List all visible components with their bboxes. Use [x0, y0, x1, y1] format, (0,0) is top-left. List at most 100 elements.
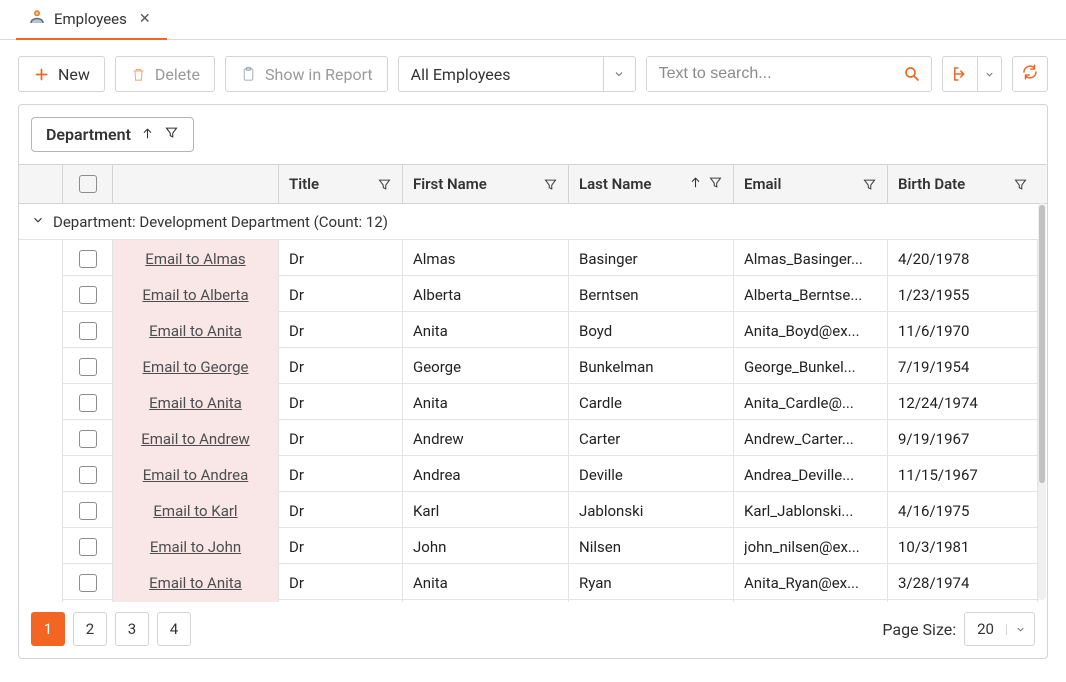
group-panel[interactable]: Department: [19, 105, 1047, 165]
email-link[interactable]: Email to Alberta: [142, 286, 248, 304]
checkbox-icon[interactable]: [79, 574, 97, 592]
scrollbar-vertical[interactable]: [1038, 203, 1046, 600]
search-icon[interactable]: [893, 65, 931, 83]
filter-icon[interactable]: [377, 177, 392, 192]
new-button[interactable]: New: [18, 56, 105, 92]
table-row[interactable]: Email to Karl Dr Karl Jablonski Karl_Jab…: [19, 492, 1039, 528]
header-firstname[interactable]: First Name: [403, 165, 569, 203]
table-row[interactable]: Email to Anita Dr Anita Boyd Anita_Boyd@…: [19, 312, 1039, 348]
show-report-button[interactable]: Show in Report: [225, 56, 388, 92]
cell-title: Dr: [279, 348, 403, 386]
row-checkbox[interactable]: [63, 564, 113, 602]
chevron-down-icon[interactable]: [977, 57, 1001, 91]
email-link[interactable]: Email to Anita: [149, 322, 242, 340]
checkbox-icon[interactable]: [79, 250, 97, 268]
email-link[interactable]: Email to John: [150, 538, 241, 556]
chevron-down-icon[interactable]: [31, 213, 45, 231]
table-row[interactable]: Email to George Dr George Bunkelman Geor…: [19, 348, 1039, 384]
row-checkbox[interactable]: [63, 456, 113, 494]
header-lastname[interactable]: Last Name: [569, 165, 734, 203]
employee-grid: Department Title First Name: [18, 104, 1048, 659]
cell-title: Dr: [279, 240, 403, 278]
row-checkbox[interactable]: [63, 492, 113, 530]
header-birthdate[interactable]: Birth Date: [888, 165, 1038, 203]
scrollbar-thumb[interactable]: [1039, 205, 1045, 483]
page-button-1[interactable]: 1: [31, 612, 65, 646]
row-checkbox[interactable]: [63, 276, 113, 314]
email-link-cell: Email to Almas: [113, 240, 279, 278]
email-link[interactable]: Email to Andrew: [141, 430, 250, 448]
filter-icon[interactable]: [708, 175, 723, 194]
tab-employees[interactable]: Employees ✕: [16, 0, 167, 40]
export-split-button: [942, 56, 1002, 92]
row-checkbox[interactable]: [63, 528, 113, 566]
search-input[interactable]: [647, 57, 893, 91]
cell-title: Dr: [279, 456, 403, 494]
email-link[interactable]: Email to George: [143, 358, 249, 376]
group-chip-department[interactable]: Department: [31, 117, 194, 152]
email-link[interactable]: Email to Andrea: [143, 466, 248, 484]
table-row[interactable]: Email to Andrea Dr Andrea Deville Andrea…: [19, 456, 1039, 492]
filter-icon[interactable]: [862, 177, 877, 192]
cell-firstname: Anita: [403, 564, 569, 602]
checkbox-icon[interactable]: [79, 430, 97, 448]
checkbox-icon[interactable]: [79, 538, 97, 556]
header-title-label: Title: [289, 175, 377, 193]
close-icon[interactable]: ✕: [135, 11, 155, 27]
checkbox-icon[interactable]: [79, 322, 97, 340]
cell-firstname: John: [403, 528, 569, 566]
cell-birthdate: 9/19/1967: [888, 420, 1038, 458]
table-row[interactable]: Email to Alberta Dr Alberta Berntsen Alb…: [19, 276, 1039, 312]
table-row[interactable]: Email to Almas Dr Almas Basinger Almas_B…: [19, 240, 1039, 276]
row-checkbox[interactable]: [63, 312, 113, 350]
view-select[interactable]: All Employees: [398, 56, 636, 92]
cell-lastname: Jablonski: [569, 492, 734, 530]
row-checkbox[interactable]: [63, 348, 113, 386]
checkbox-icon[interactable]: [79, 502, 97, 520]
row-checkbox[interactable]: [63, 240, 113, 278]
grid-header: Title First Name Last Name Email: [19, 165, 1047, 204]
filter-icon[interactable]: [1013, 177, 1028, 192]
sort-asc-icon[interactable]: [141, 125, 154, 144]
sort-asc-icon[interactable]: [689, 175, 702, 194]
table-row[interactable]: Email to John Dr John Nilsen john_nilsen…: [19, 528, 1039, 564]
cell-email: Andrea_Deville...: [734, 456, 888, 494]
group-row-development[interactable]: Department: Development Department (Coun…: [19, 204, 1039, 240]
checkbox-icon[interactable]: [79, 466, 97, 484]
page-button-2[interactable]: 2: [73, 612, 107, 646]
row-checkbox[interactable]: [63, 420, 113, 458]
row-indent: [19, 348, 63, 386]
email-link[interactable]: Email to Almas: [145, 250, 245, 268]
checkbox-icon[interactable]: [79, 358, 97, 376]
filter-icon[interactable]: [543, 177, 558, 192]
cell-birthdate: 4/16/1975: [888, 492, 1038, 530]
delete-button[interactable]: Delete: [115, 56, 215, 92]
cell-title: Dr: [279, 492, 403, 530]
page-size-select[interactable]: 20: [964, 612, 1035, 646]
page-button-3[interactable]: 3: [115, 612, 149, 646]
header-checkbox[interactable]: [63, 165, 113, 203]
checkbox-icon[interactable]: [79, 286, 97, 304]
refresh-button[interactable]: [1012, 56, 1048, 92]
report-label: Show in Report: [265, 65, 373, 84]
export-icon[interactable]: [943, 57, 977, 91]
chevron-down-icon[interactable]: [1006, 624, 1034, 635]
email-link[interactable]: Email to Anita: [149, 574, 242, 592]
checkbox-icon[interactable]: [79, 394, 97, 412]
checkbox-icon[interactable]: [79, 175, 97, 193]
user-icon: [28, 8, 46, 30]
table-row[interactable]: Email to Anita Dr Anita Ryan Anita_Ryan@…: [19, 564, 1039, 600]
header-email[interactable]: Email: [734, 165, 888, 203]
chevron-down-icon[interactable]: [603, 57, 635, 91]
table-row[interactable]: Email to Andrew Dr Andrew Carter Andrew_…: [19, 420, 1039, 456]
header-emaillink[interactable]: [113, 165, 279, 203]
page-button-4[interactable]: 4: [157, 612, 191, 646]
email-link[interactable]: Email to Anita: [149, 394, 242, 412]
row-checkbox[interactable]: [63, 384, 113, 422]
table-row[interactable]: Email to Anita Dr Anita Cardle Anita_Car…: [19, 384, 1039, 420]
email-link-cell: Email to George: [113, 348, 279, 386]
header-title[interactable]: Title: [279, 165, 403, 203]
cell-title: Dr: [279, 276, 403, 314]
filter-icon[interactable]: [164, 125, 179, 144]
email-link[interactable]: Email to Karl: [153, 502, 237, 520]
